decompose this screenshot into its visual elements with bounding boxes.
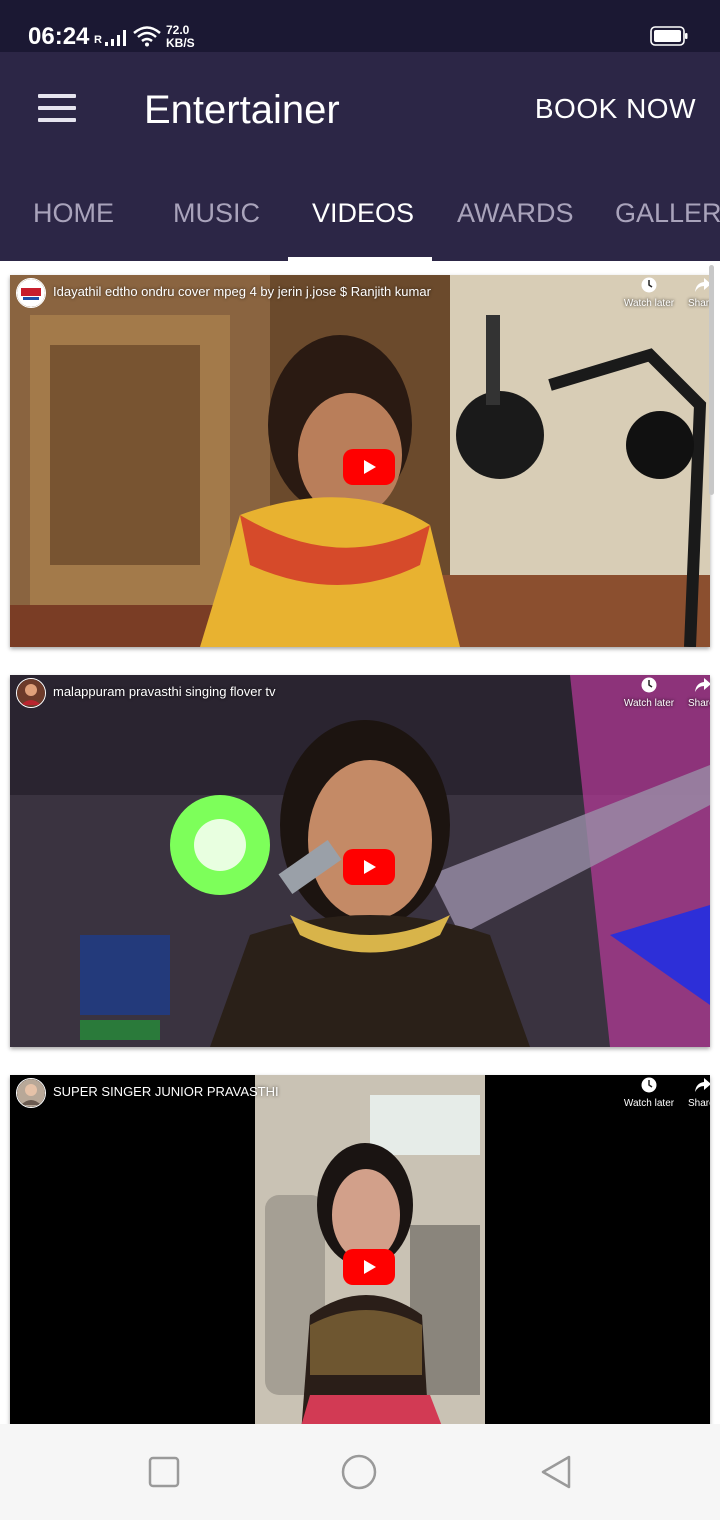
share-label: Share	[688, 298, 710, 309]
share-icon	[695, 278, 710, 292]
app-title: Entertainer	[144, 88, 340, 132]
video-card[interactable]: Idayathil edtho ondru cover mpeg 4 by je…	[10, 275, 710, 647]
status-bar: 06:24 R 72.0 KB/S	[0, 0, 720, 52]
network-type-label: R	[94, 34, 102, 46]
tab-home[interactable]: HOME	[33, 196, 114, 230]
channel-avatar[interactable]	[16, 1078, 46, 1108]
signal-icon	[105, 30, 126, 46]
battery-icon	[650, 26, 688, 46]
tab-music[interactable]: MUSIC	[173, 196, 260, 230]
play-icon[interactable]	[343, 849, 395, 885]
watch-later-button[interactable]: Watch later	[616, 277, 682, 311]
status-time: 06:24	[28, 23, 90, 50]
channel-avatar[interactable]	[16, 678, 46, 708]
channel-avatar[interactable]	[16, 278, 46, 308]
share-button[interactable]: Share	[688, 1077, 710, 1111]
watch-later-button[interactable]: Watch later	[616, 1077, 682, 1111]
network-speed-unit: KB/S	[166, 36, 195, 50]
video-title[interactable]: malappuram pravasthi singing flover tv	[53, 684, 276, 700]
wifi-icon	[133, 26, 161, 47]
tab-videos[interactable]: VIDEOS	[312, 196, 414, 230]
tab-gallery[interactable]: GALLERY	[615, 196, 720, 230]
scrollbar[interactable]	[709, 265, 714, 495]
recent-apps-icon[interactable]	[146, 1454, 182, 1490]
video-title[interactable]: SUPER SINGER JUNIOR PRAVASTHI	[53, 1084, 279, 1100]
play-icon[interactable]	[343, 1249, 395, 1285]
back-icon[interactable]	[538, 1454, 574, 1490]
video-list[interactable]: Idayathil edtho ondru cover mpeg 4 by je…	[0, 261, 720, 1424]
tab-bar: HOME MUSIC VIDEOS AWARDS GALLERY	[0, 164, 720, 261]
home-icon[interactable]	[341, 1454, 377, 1490]
watch-later-button[interactable]: Watch later	[616, 677, 682, 711]
share-label: Share	[688, 1098, 710, 1109]
tab-awards[interactable]: AWARDS	[457, 196, 574, 230]
video-card[interactable]: malappuram pravasthi singing flover tv W…	[10, 675, 710, 1047]
share-icon	[695, 678, 710, 692]
clock-icon	[641, 677, 657, 693]
clock-icon	[641, 1077, 657, 1093]
watch-later-label: Watch later	[623, 1098, 675, 1109]
share-button[interactable]: Share	[688, 677, 710, 711]
video-title[interactable]: Idayathil edtho ondru cover mpeg 4 by je…	[53, 284, 431, 300]
hamburger-menu-icon[interactable]	[30, 88, 82, 128]
share-icon	[695, 1078, 710, 1092]
system-nav-bar	[0, 1424, 720, 1520]
play-icon[interactable]	[343, 449, 395, 485]
clock-icon	[641, 277, 657, 293]
watch-later-label: Watch later	[623, 298, 675, 309]
app-bar: Entertainer BOOK NOW	[0, 52, 720, 164]
network-speed: 72.0 KB/S	[166, 24, 195, 50]
share-button[interactable]: Share	[688, 277, 710, 311]
book-now-button[interactable]: BOOK NOW	[535, 92, 696, 126]
share-label: Share	[688, 698, 710, 709]
video-card[interactable]: SUPER SINGER JUNIOR PRAVASTHI Watch late…	[10, 1075, 710, 1424]
watch-later-label: Watch later	[623, 698, 675, 709]
